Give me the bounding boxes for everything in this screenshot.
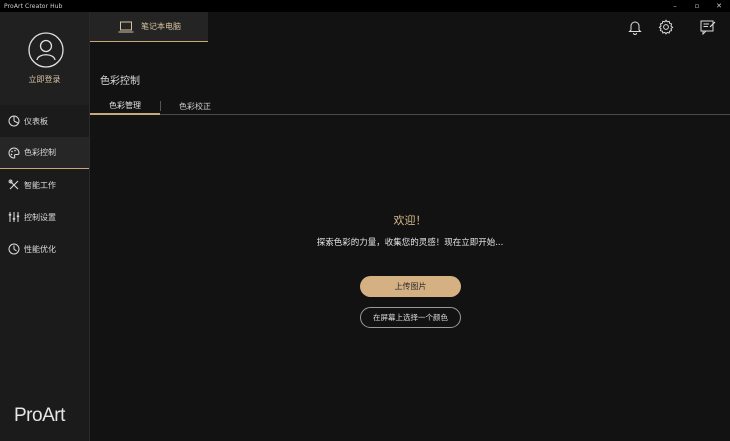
- main-content: 色彩控制 色彩管理 色彩校正 欢迎！ 探索色彩的力量，收集您的灵感！现在立即开始…: [90, 42, 730, 441]
- pick-screen-color-button[interactable]: 在屏幕上选择一个颜色: [360, 307, 461, 328]
- top-bar: 笔记本电脑: [90, 12, 730, 43]
- minimize-button[interactable]: –: [664, 0, 686, 12]
- maximize-button[interactable]: ▫: [686, 0, 708, 12]
- sidebar-item-smart-work[interactable]: 智能工作: [0, 169, 89, 201]
- avatar-icon[interactable]: [28, 32, 64, 68]
- window-title: ProArt Creator Hub: [4, 2, 63, 10]
- upload-image-button[interactable]: 上传图片: [360, 276, 461, 297]
- palette-icon: [8, 146, 20, 159]
- gear-icon[interactable]: [658, 18, 674, 35]
- close-button[interactable]: ✕: [708, 0, 730, 12]
- sidebar-item-dashboard[interactable]: 仪表板: [0, 105, 89, 137]
- sliders-icon: [8, 211, 20, 223]
- laptop-icon: [118, 21, 134, 33]
- bell-icon[interactable]: [627, 19, 643, 35]
- tab-color-correction[interactable]: 色彩校正: [162, 98, 228, 114]
- sidebar-nav: 仪表板 色彩控制 智能工作 控制设置 性能优化: [0, 105, 89, 265]
- top-icons: [627, 12, 730, 41]
- sidebar-item-color-control[interactable]: 色彩控制: [0, 137, 89, 169]
- proart-logo: ProArt: [14, 405, 65, 426]
- profile-panel[interactable]: 立即登录: [0, 12, 89, 105]
- tools-icon: [8, 179, 20, 191]
- window-controls: – ▫ ✕: [664, 0, 730, 12]
- tab-bar: 色彩管理 色彩校正: [90, 98, 730, 115]
- tab-color-management[interactable]: 色彩管理: [90, 98, 160, 115]
- sidebar: 立即登录 仪表板 色彩控制 智能工作 控制设置 性能优化 ProArt: [0, 12, 90, 441]
- sidebar-item-label: 色彩控制: [24, 148, 56, 157]
- sidebar-item-label: 仪表板: [24, 116, 48, 126]
- performance-icon: [8, 243, 20, 255]
- device-tab-label: 笔记本电脑: [141, 22, 181, 31]
- welcome-heading: 欢迎！: [393, 214, 427, 227]
- sidebar-item-performance[interactable]: 性能优化: [0, 233, 89, 265]
- page-title: 色彩控制: [100, 76, 140, 87]
- sidebar-item-label: 智能工作: [24, 180, 56, 190]
- sidebar-item-label: 性能优化: [24, 244, 56, 254]
- login-link[interactable]: 立即登录: [0, 74, 89, 85]
- sidebar-item-control-settings[interactable]: 控制设置: [0, 201, 89, 233]
- feedback-icon[interactable]: [700, 19, 716, 35]
- window-titlebar: ProArt Creator Hub – ▫ ✕: [0, 0, 730, 12]
- dashboard-icon: [8, 115, 20, 127]
- tab-divider: [160, 101, 161, 111]
- welcome-subtitle: 探索色彩的力量，收集您的灵感！现在立即开始...: [316, 238, 504, 248]
- sidebar-item-label: 控制设置: [24, 212, 56, 222]
- device-tab-laptop[interactable]: 笔记本电脑: [90, 12, 208, 42]
